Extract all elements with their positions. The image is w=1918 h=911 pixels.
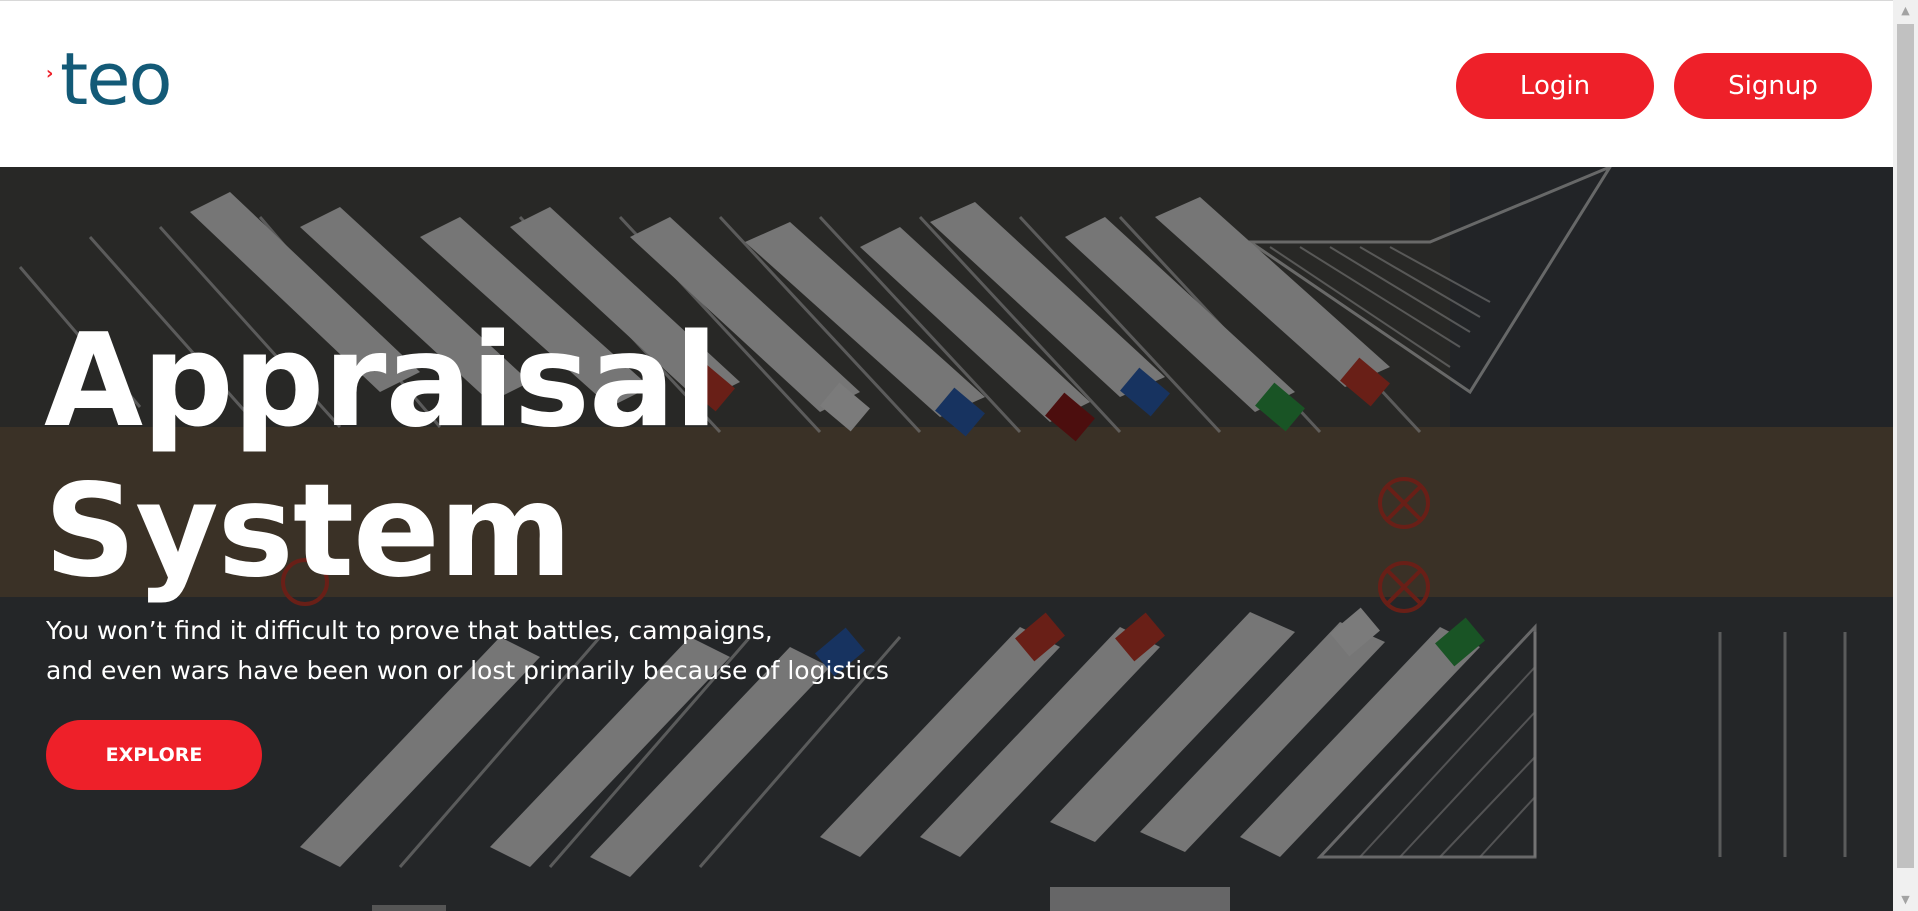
scrollbar-thumb[interactable] — [1897, 24, 1914, 868]
slide-indicator[interactable] — [372, 905, 446, 911]
scroll-down-arrow-icon[interactable]: ▼ — [1893, 889, 1918, 911]
logo-text: teo — [60, 37, 173, 121]
vertical-scrollbar[interactable]: ▲ ▼ — [1893, 0, 1918, 911]
hero-title-line2: System — [44, 457, 572, 606]
hero-banner: Appraisal System You won’t find it diffi… — [0, 167, 1893, 911]
hero-title: Appraisal System — [44, 307, 718, 607]
hero-subtitle-line2: and even wars have been won or lost prim… — [46, 656, 889, 685]
teo-logo[interactable]: › teo — [46, 39, 196, 119]
hero-subtitle: You won’t find it difficult to prove tha… — [46, 611, 1046, 691]
logo-arrow-icon: › — [46, 63, 54, 84]
site-header: › teo Login Signup — [0, 0, 1893, 167]
signup-button[interactable]: Signup — [1674, 53, 1872, 119]
page: › teo Login Signup Appraisal System You … — [0, 0, 1918, 911]
hero-subtitle-line1: You won’t find it difficult to prove tha… — [46, 616, 773, 645]
scroll-up-arrow-icon[interactable]: ▲ — [1893, 0, 1918, 22]
login-button[interactable]: Login — [1456, 53, 1654, 119]
explore-button[interactable]: EXPLORE — [46, 720, 262, 790]
hero-title-line1: Appraisal — [44, 307, 718, 456]
